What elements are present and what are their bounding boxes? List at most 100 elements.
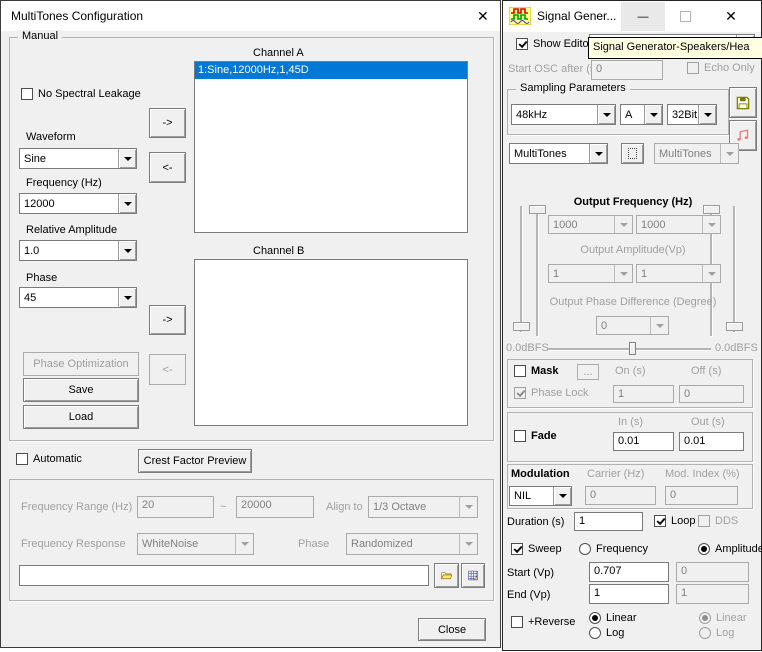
- wave-type-b-select[interactable]: MultiTones: [654, 143, 739, 164]
- sweep-start-a-field[interactable]: 0.707: [589, 562, 669, 582]
- mask-checkbox[interactable]: Mask: [514, 365, 559, 377]
- crest-factor-preview-button[interactable]: Crest Factor Preview: [138, 449, 252, 473]
- log-a-radio[interactable]: Log: [589, 627, 624, 639]
- fade-checkbox[interactable]: Fade: [514, 430, 557, 442]
- fade-in-field[interactable]: 0.01: [613, 432, 674, 451]
- automatic-checkbox[interactable]: Automatic: [16, 453, 82, 465]
- slider-thumb[interactable]: [513, 322, 530, 331]
- dropdown-arrow-icon[interactable]: [118, 194, 136, 213]
- sweep-end-b-field[interactable]: 1: [676, 584, 749, 604]
- slider-thumb[interactable]: [529, 205, 546, 214]
- sweep-end-label: End (Vp): [507, 589, 550, 602]
- frequency-range-to-field[interactable]: 20000: [236, 496, 314, 518]
- channel-select[interactable]: A: [620, 104, 663, 125]
- dropdown-arrow-icon: [459, 497, 477, 517]
- wave-config-button[interactable]: [621, 143, 644, 164]
- sweep-frequency-radio[interactable]: Frequency: [579, 543, 648, 555]
- sweep-start-label: Start (Vp): [507, 567, 554, 580]
- linear-a-radio[interactable]: Linear: [589, 612, 637, 624]
- dropdown-arrow-icon[interactable]: [644, 105, 662, 124]
- dropdown-arrow-icon[interactable]: [118, 288, 136, 307]
- dropdown-arrow-icon[interactable]: [698, 105, 716, 124]
- log-b-radio[interactable]: Log: [699, 627, 734, 639]
- mask-off-field[interactable]: 0: [679, 385, 744, 403]
- add-to-channel-a-button[interactable]: ->: [149, 108, 186, 138]
- save-button[interactable]: Save: [23, 378, 139, 402]
- frequency-select[interactable]: 12000: [19, 193, 137, 214]
- channel-a-list[interactable]: 1:Sine,12000Hz,1,45D: [194, 61, 468, 233]
- show-editor-checkbox[interactable]: Show Editor: [516, 38, 592, 50]
- automatic-label: Automatic: [33, 453, 82, 465]
- auto-phase-select[interactable]: Randomized: [346, 533, 478, 555]
- carrier-field[interactable]: 0: [585, 486, 656, 505]
- frequency-range-label: Frequency Range (Hz): [21, 501, 132, 514]
- radio-circle-icon: [579, 543, 591, 555]
- frequency-response-select[interactable]: WhiteNoise: [137, 533, 254, 555]
- mask-on-field[interactable]: 1: [613, 385, 674, 403]
- output-amplitude-b-select[interactable]: 1: [636, 264, 721, 283]
- echo-only-checkbox[interactable]: Echo Only: [687, 62, 755, 74]
- relative-amplitude-value: 1.0: [20, 245, 118, 257]
- slider-track[interactable]: [733, 206, 735, 332]
- bit-depth-select[interactable]: 32Bit: [667, 104, 717, 125]
- save-signal-button[interactable]: [729, 87, 757, 118]
- dropdown-arrow-icon[interactable]: [118, 149, 136, 168]
- start-osc-field[interactable]: 0: [591, 60, 663, 80]
- phase-lock-checkbox[interactable]: Phase Lock: [514, 387, 588, 399]
- dds-checkbox[interactable]: DDS: [698, 515, 738, 527]
- output-frequency-a-select[interactable]: 1000: [548, 215, 633, 234]
- auto-phase-label: Phase: [298, 538, 329, 551]
- channel-b-list[interactable]: [194, 259, 468, 426]
- slider-track[interactable]: [520, 206, 522, 332]
- sweep-start-b-field[interactable]: 0: [676, 562, 749, 582]
- multitones-titlebar[interactable]: MultiTones Configuration ✕: [1, 1, 500, 31]
- sweep-checkbox[interactable]: Sweep: [511, 543, 562, 555]
- minimize-button[interactable]: —: [621, 2, 665, 31]
- add-to-channel-b-button[interactable]: ->: [149, 305, 186, 335]
- load-button[interactable]: Load: [23, 405, 139, 429]
- sweep-amplitude-radio[interactable]: Amplitude: [698, 543, 762, 555]
- slider-thumb[interactable]: [629, 342, 636, 355]
- output-phase-difference-select[interactable]: 0: [596, 316, 669, 335]
- output-amplitude-a-select[interactable]: 1: [548, 264, 633, 283]
- close-button[interactable]: Close: [418, 618, 486, 641]
- output-frequency-b-select[interactable]: 1000: [636, 215, 721, 234]
- sample-rate-select[interactable]: 48kHz: [511, 104, 616, 125]
- dropdown-arrow-icon[interactable]: [589, 144, 607, 163]
- phase-optimization-button[interactable]: Phase Optimization: [23, 352, 139, 376]
- frequency-range-from-field[interactable]: 20: [137, 496, 214, 518]
- close-icon[interactable]: ✕: [477, 8, 489, 25]
- loop-checkbox[interactable]: Loop: [654, 515, 695, 527]
- dropdown-arrow-icon[interactable]: [118, 241, 136, 260]
- mod-index-field[interactable]: 0: [665, 486, 738, 505]
- slider-track[interactable]: [536, 206, 538, 336]
- mask-browse-button[interactable]: ...: [577, 364, 599, 380]
- edit-table-button[interactable]: [461, 563, 485, 588]
- no-spectral-leakage-checkbox[interactable]: No Spectral Leakage: [21, 88, 141, 100]
- reverse-checkbox[interactable]: +Reverse: [511, 616, 575, 628]
- dropdown-arrow-icon[interactable]: [553, 487, 571, 505]
- channel-a-list-item[interactable]: 1:Sine,12000Hz,1,45D: [195, 62, 467, 79]
- duration-field[interactable]: 1: [574, 512, 643, 531]
- align-to-select[interactable]: 1/3 Octave: [368, 496, 478, 518]
- wave-type-select[interactable]: MultiTones: [509, 143, 608, 164]
- slider-thumb[interactable]: [726, 322, 743, 331]
- dds-label: DDS: [715, 515, 738, 527]
- fade-out-field[interactable]: 0.01: [679, 432, 744, 451]
- checkbox-box-icon: [654, 515, 666, 527]
- waveform-select[interactable]: Sine: [19, 148, 137, 169]
- dropdown-arrow-icon[interactable]: [597, 105, 615, 124]
- sweep-end-a-field[interactable]: 1: [589, 584, 669, 604]
- phase-select[interactable]: 45: [19, 287, 137, 308]
- remove-from-channel-a-button[interactable]: <-: [149, 152, 186, 183]
- slider-thumb[interactable]: [703, 205, 720, 214]
- maximize-button[interactable]: [665, 2, 705, 31]
- file-path-field[interactable]: [19, 565, 429, 586]
- close-button-window[interactable]: ✕: [705, 2, 757, 31]
- linear-b-radio[interactable]: Linear: [699, 612, 747, 624]
- modulation-type-select[interactable]: NIL: [509, 486, 572, 506]
- relative-amplitude-select[interactable]: 1.0: [19, 240, 137, 261]
- signal-generator-titlebar[interactable]: Signal Gener... — ✕: [503, 1, 761, 32]
- remove-from-channel-b-button[interactable]: <-: [149, 354, 186, 385]
- open-file-button[interactable]: [434, 563, 459, 588]
